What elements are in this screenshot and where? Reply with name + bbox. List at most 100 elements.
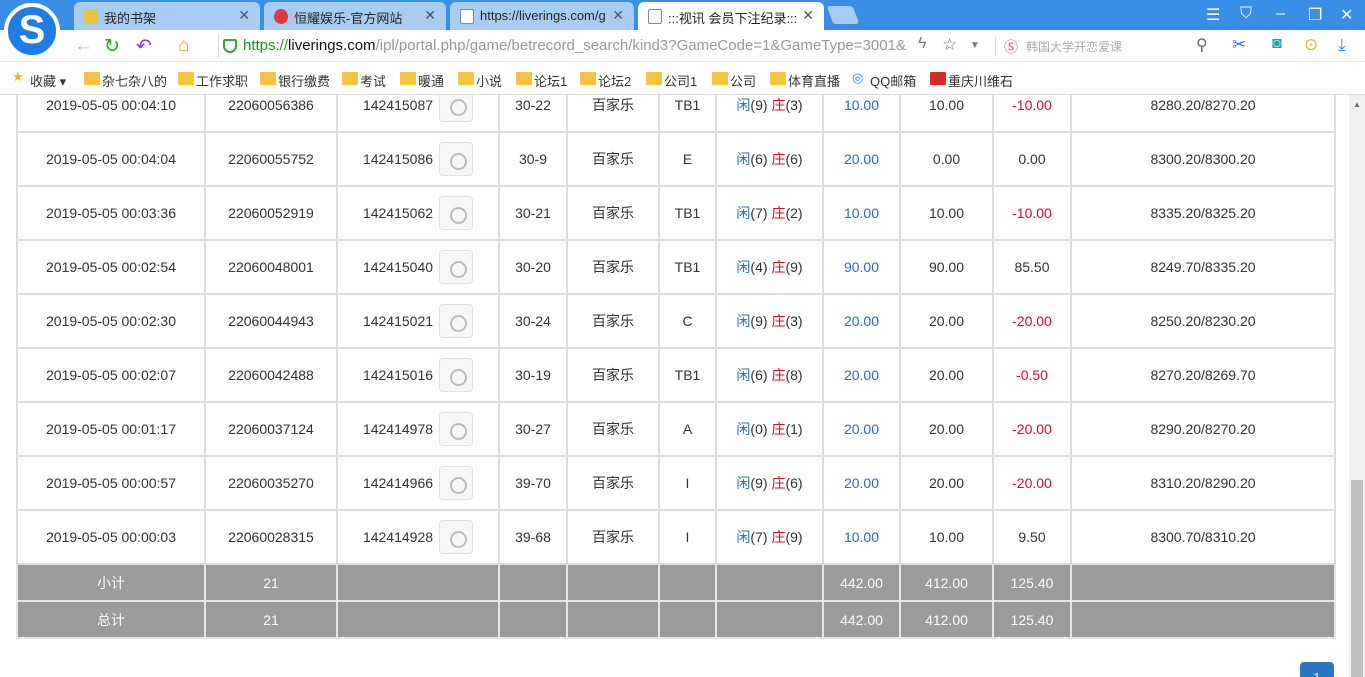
player-points: 6	[755, 367, 763, 383]
player-label: 闲	[736, 97, 751, 113]
video-replay-icon[interactable]	[439, 358, 474, 392]
bet-time: 2019-05-05 00:01:17	[16, 401, 206, 457]
bet-record-table: 2019-05-05 00:04:10 22060056386 142415087 3…	[16, 95, 1336, 639]
table-name: TB1	[658, 95, 717, 133]
close-tab-icon[interactable]: ✕	[424, 7, 436, 24]
table-name: I	[658, 455, 717, 511]
video-replay-icon[interactable]	[439, 412, 474, 446]
table-row: 2019-05-05 00:02:54 22060048001 142415040 3…	[16, 239, 1336, 295]
valid-amount: 10.00	[899, 509, 994, 565]
valid-amount: 20.00	[899, 401, 994, 457]
player-points: 9	[755, 97, 763, 113]
total-valid: 412.00	[899, 600, 994, 639]
game-name: 百家乐	[566, 509, 660, 565]
bookmark-folder[interactable]: 小说	[458, 71, 502, 90]
bookmark-link[interactable]: 重庆川维石	[930, 71, 1013, 90]
player-points: 7	[755, 205, 763, 221]
player-points: 0	[755, 421, 763, 437]
bet-amount: 90.00	[822, 239, 901, 295]
reload-icon[interactable]: ↻	[104, 35, 120, 58]
tab-bet-record[interactable]: :::视讯 会员下注纪录::: ✕	[638, 2, 824, 30]
tab-liverings[interactable]: https://liverings.com/g ✕	[450, 2, 634, 30]
bet-id: 22060044943	[204, 293, 338, 349]
chevron-down-icon[interactable]: ▼	[970, 40, 980, 51]
video-replay-icon[interactable]	[439, 520, 474, 554]
page-button-1[interactable]: 1	[1300, 662, 1334, 677]
bookmark-folder[interactable]: 公司	[712, 71, 756, 90]
bookmark-folder[interactable]: 体育直播	[770, 71, 840, 90]
video-replay-icon[interactable]	[439, 196, 474, 230]
bookmark-folder[interactable]: 银行缴费	[260, 71, 330, 90]
tab-hengyao[interactable]: 恒耀娱乐-官方网站 ✕	[264, 2, 446, 30]
bookmark-folder[interactable]: 论坛2	[580, 71, 631, 90]
bookmark-folder[interactable]: 公司1	[646, 71, 697, 90]
player-label: 闲	[736, 151, 751, 167]
star-icon[interactable]: ☆	[942, 35, 957, 55]
video-replay-icon[interactable]	[439, 466, 474, 500]
screenshot-scissors-icon[interactable]: ✂	[1232, 35, 1246, 55]
bet-amount: 20.00	[822, 347, 901, 403]
banker-points: 1	[790, 421, 798, 437]
bookmark-favorites[interactable]: ★ 收藏 ▾	[12, 69, 66, 90]
bookmark-folder[interactable]: 考试	[342, 71, 386, 90]
player-points: 9	[755, 475, 763, 491]
restore-icon[interactable]: ❐	[1308, 5, 1322, 25]
tab-bookshelf[interactable]: 我的书架 ✕	[74, 2, 260, 30]
page-content: 2019-05-05 00:04:10 22060056386 142415087 3…	[0, 95, 1349, 677]
lightning-icon[interactable]: ϟ	[918, 35, 926, 53]
table-name: I	[658, 509, 717, 565]
valid-amount: 20.00	[899, 455, 994, 511]
tab-favicon	[84, 9, 98, 24]
minimize-icon[interactable]: –	[1276, 5, 1285, 23]
search-input[interactable]: Ⓢ 韩国大学开恋爱课	[995, 36, 1215, 56]
table-name: TB1	[658, 239, 717, 295]
banker-points: 8	[790, 367, 798, 383]
bookmark-qqmail[interactable]: ◎ QQ邮箱	[852, 70, 916, 90]
video-replay-icon[interactable]	[439, 304, 474, 338]
new-tab-button[interactable]	[826, 6, 860, 24]
balance: 8249.70/8335.20	[1070, 239, 1336, 295]
scroll-up-icon[interactable]: ▲	[1353, 100, 1361, 109]
undo-icon[interactable]: ↶	[136, 35, 152, 58]
url-input[interactable]: https://liverings.com/ipl/portal.php/gam…	[218, 34, 938, 58]
secure-shield-icon	[223, 39, 237, 53]
bookmark-folder[interactable]: 论坛1	[516, 71, 567, 90]
win-loss: -10.00	[992, 185, 1072, 241]
table-shoe: 30-27	[498, 401, 568, 457]
video-replay-icon[interactable]	[439, 142, 474, 176]
bookmark-folder[interactable]: 暖通	[400, 71, 444, 90]
extension-icon[interactable]: ◙	[1272, 35, 1282, 53]
back-icon[interactable]: ←	[74, 35, 93, 57]
bookmark-folder[interactable]: 杂七杂八的	[84, 71, 167, 90]
close-window-icon[interactable]: ✕	[1340, 5, 1353, 25]
result: 闲(6) 庄(6)	[715, 131, 824, 187]
folder-icon	[646, 72, 662, 85]
bet-id: 22060052919	[204, 185, 338, 241]
balance: 8250.20/8230.20	[1070, 293, 1336, 349]
bet-id: 22060042488	[204, 347, 338, 403]
result: 闲(7) 庄(2)	[715, 185, 824, 241]
star-icon: ★	[12, 69, 24, 84]
close-tab-icon[interactable]: ✕	[612, 7, 624, 24]
table-row: 2019-05-05 00:03:36 22060052919 142415062 3…	[16, 185, 1336, 241]
download-icon[interactable]: ⤓	[1338, 35, 1346, 55]
close-tab-icon[interactable]: ✕	[238, 7, 250, 24]
total-count: 21	[204, 600, 338, 639]
video-replay-icon[interactable]	[439, 95, 474, 122]
video-replay-icon[interactable]	[439, 250, 474, 284]
menu-icon[interactable]: ☰	[1206, 5, 1220, 25]
search-icon[interactable]: ⚲	[1196, 35, 1208, 55]
skin-icon[interactable]: ⛉	[1240, 5, 1252, 23]
table-name: C	[658, 293, 717, 349]
url-path: /ipl/portal.php/game/betrecord_search/ki…	[375, 37, 906, 54]
home-icon[interactable]: ⌂	[178, 35, 189, 57]
game-name: 百家乐	[566, 239, 660, 295]
bookmark-folder[interactable]: 工作求职	[178, 71, 248, 90]
round-id: 142414928	[336, 509, 500, 565]
win-loss: 9.50	[992, 509, 1072, 565]
subtotal-win: 125.40	[992, 563, 1072, 602]
scrollbar-thumb[interactable]	[1351, 480, 1363, 677]
more-icon[interactable]: ⊙	[1304, 35, 1318, 55]
bet-amount: 10.00	[822, 185, 901, 241]
close-tab-icon[interactable]: ✕	[802, 7, 814, 24]
